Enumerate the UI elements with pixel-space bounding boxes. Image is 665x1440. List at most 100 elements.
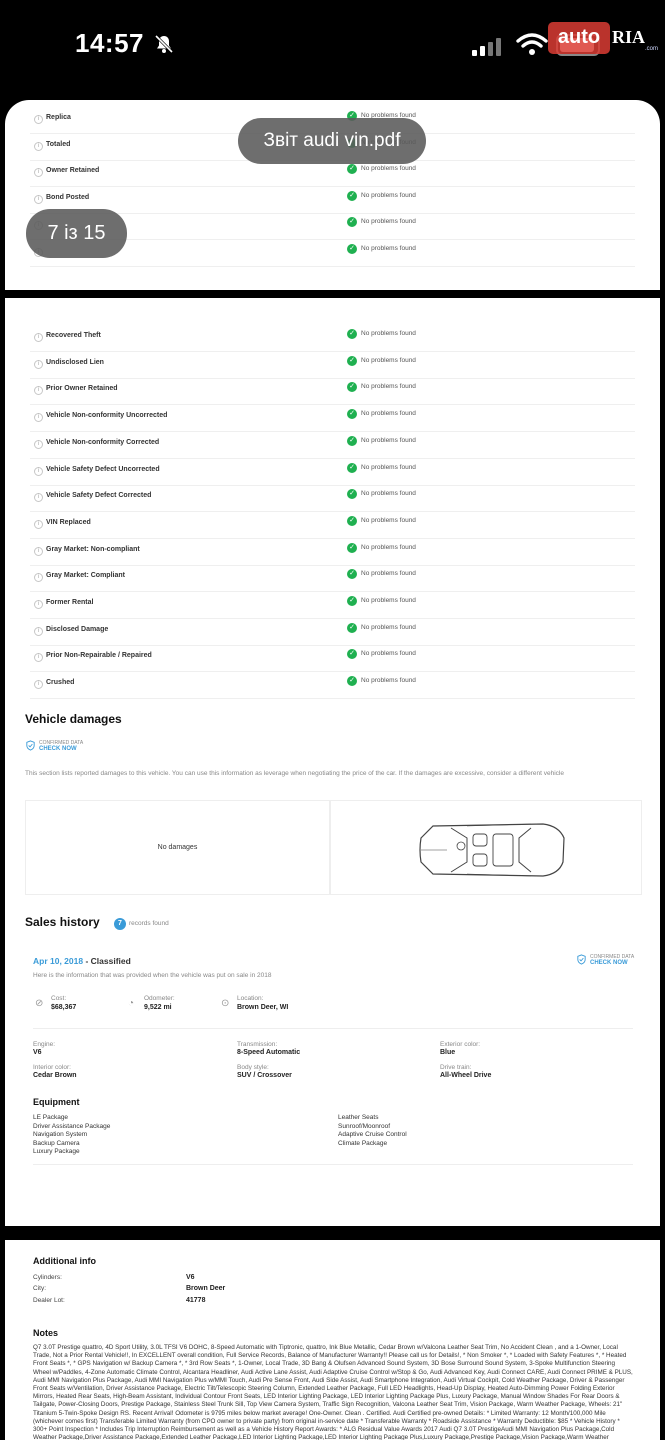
title-check-status: No problems found [361, 463, 416, 471]
watermark-com: .com [645, 46, 659, 52]
check-circle-icon: ✓ [347, 462, 357, 473]
title-check-label: Vehicle Non-conformity Corrected [46, 438, 160, 446]
title-check-label: Totaled [46, 140, 71, 148]
title-check-label: Bond Posted [46, 193, 90, 201]
title-check-label: Vehicle Safety Defect Corrected [46, 492, 152, 500]
title-check-label: Undisclosed Lien [46, 358, 104, 366]
info-icon: i [34, 141, 43, 151]
exterior-color-label: Exterior color: [440, 1041, 481, 1048]
info-icon: i [34, 600, 43, 609]
city-value: Brown Deer [186, 1285, 226, 1292]
damages-list-box: No damages [25, 800, 330, 895]
dealer-lot-value: 41778 [186, 1297, 206, 1304]
silent-bell-icon [154, 34, 174, 54]
status-time: 14:57 [75, 28, 144, 58]
dealer-lot-label: Dealer Lot: [33, 1297, 65, 1304]
notes-title: Notes [33, 1328, 59, 1338]
title-check-label: Prior Non-Repairable / Repaired [46, 652, 152, 660]
title-check-status: No problems found [361, 677, 416, 685]
equipment-item: Adaptive Cruise Control [338, 1131, 407, 1138]
body-style-value: SUV / Crossover [237, 1072, 292, 1079]
title-check-status: No problems found [361, 516, 416, 524]
title-check-status: No problems found [361, 330, 416, 337]
title-check-label: Disclosed Damage [46, 625, 109, 633]
shield-check-icon [26, 740, 35, 751]
equipment-item: LE Package [33, 1114, 69, 1121]
info-icon: i [34, 546, 43, 556]
title-check-row: i Former Rental ✓ No problems found [30, 593, 635, 619]
check-circle-icon: ✓ [347, 244, 357, 254]
info-icon: i [34, 359, 43, 369]
cost-value: $68,367 [51, 1004, 77, 1011]
vehicle-damages-title: Vehicle damages [25, 712, 122, 726]
info-icon: i [34, 115, 43, 124]
title-check-row: i Recovered Theft ✓ No problems found [30, 326, 635, 352]
car-top-view-icon [419, 823, 565, 877]
title-check-status: No problems found [361, 383, 416, 391]
title-check-status: No problems found [361, 623, 416, 631]
title-check-status: No problems found [361, 650, 416, 658]
title-check-row: i Vehicle Safety Defect Uncorrected ✓ No pr… [30, 460, 635, 486]
cost-label: Cost: [51, 995, 67, 1002]
sale-check-now-link[interactable]: CONFIRMED DATA CHECK NOW [590, 954, 634, 966]
location-icon: ⊙ [221, 998, 230, 1009]
pdf-page-8: Additional info Cylinders: V6 City: Brow… [5, 1240, 660, 1440]
cost-icon: ⊘ [35, 998, 44, 1009]
title-check-status: No problems found [361, 218, 416, 226]
equipment-item: Luxury Package [33, 1148, 80, 1155]
equipment-item: Backup Camera [33, 1140, 80, 1147]
city-label: City: [33, 1285, 46, 1292]
title-check-row: i Gray Market: Compliant ✓ No problems foun… [30, 566, 635, 593]
damages-check-now-link[interactable]: CONFIRMED DATA CHECK NOW [39, 740, 83, 752]
sale-check-now-label: CHECK NOW [590, 960, 628, 966]
info-icon: i [34, 413, 43, 423]
info-icon: i [34, 194, 43, 204]
title-check-status: No problems found [361, 597, 416, 604]
check-circle-icon: ✓ [347, 409, 357, 420]
check-circle-icon: ✓ [347, 217, 357, 228]
title-check-row: i Vehicle Safety Defect Corrected ✓ No prob… [30, 486, 635, 513]
title-check-label: Gray Market: Non-compliant [46, 545, 140, 553]
info-icon: i [34, 573, 43, 583]
cylinders-value: V6 [186, 1274, 195, 1281]
interior-color-label: Interior color: [33, 1064, 71, 1071]
sale-date-heading: Apr 10, 2018 - Classified [33, 956, 131, 966]
engine-value: V6 [33, 1049, 42, 1056]
check-circle-icon: ✓ [347, 542, 357, 553]
equipment-item: Sunroof/Moonroof [338, 1123, 391, 1130]
info-icon: i [34, 439, 43, 449]
title-check-row: i Owner Retained ✓ No problems found [30, 161, 635, 188]
records-count-badge: 7 [114, 918, 126, 930]
info-icon: i [34, 168, 43, 178]
title-check-label: Replica [46, 114, 71, 121]
check-circle-icon: ✓ [347, 622, 357, 633]
info-icon: i [34, 626, 43, 636]
sale-date: Apr 10, 2018 [33, 956, 84, 966]
info-icon: i [34, 493, 43, 503]
watermark-auto-logo: auto [548, 22, 610, 54]
equipment-item: Navigation System [33, 1131, 88, 1138]
title-check-row: i VIN Replaced ✓ No problems found [30, 513, 635, 539]
title-check-status: No problems found [361, 570, 416, 578]
check-circle-icon: ✓ [347, 649, 357, 660]
location-value: Brown Deer, WI [237, 1004, 289, 1011]
odometer-icon: ◔ [128, 998, 135, 1009]
info-icon: i [34, 333, 43, 342]
wifi-icon [516, 33, 548, 55]
notes-text: Q7 3.0T Prestige quattro, 4D Sport Utili… [33, 1344, 633, 1440]
odometer-label: Odometer: [144, 995, 175, 1002]
records-found-text: records found [129, 920, 169, 927]
title-check-status: No problems found [361, 245, 416, 252]
no-damages-text: No damages [157, 844, 198, 851]
check-circle-icon: ✓ [347, 676, 357, 687]
pdf-page-7: i Recovered Theft ✓ No problems found i Undis… [5, 298, 660, 1226]
title-check-row: i Bond Posted ✓ No problems found [30, 188, 635, 214]
info-icon: i [34, 466, 43, 476]
pdf-file-title-pill[interactable]: Звіт audi vin.pdf [238, 118, 426, 164]
title-check-row: i Disclosed Damage ✓ No problems found [30, 620, 635, 646]
info-icon: i [34, 680, 43, 690]
title-check-label: Crushed [46, 679, 75, 687]
info-icon: i [34, 519, 43, 529]
title-check-label: Owner Retained [46, 167, 100, 175]
check-circle-icon: ✓ [347, 515, 357, 526]
